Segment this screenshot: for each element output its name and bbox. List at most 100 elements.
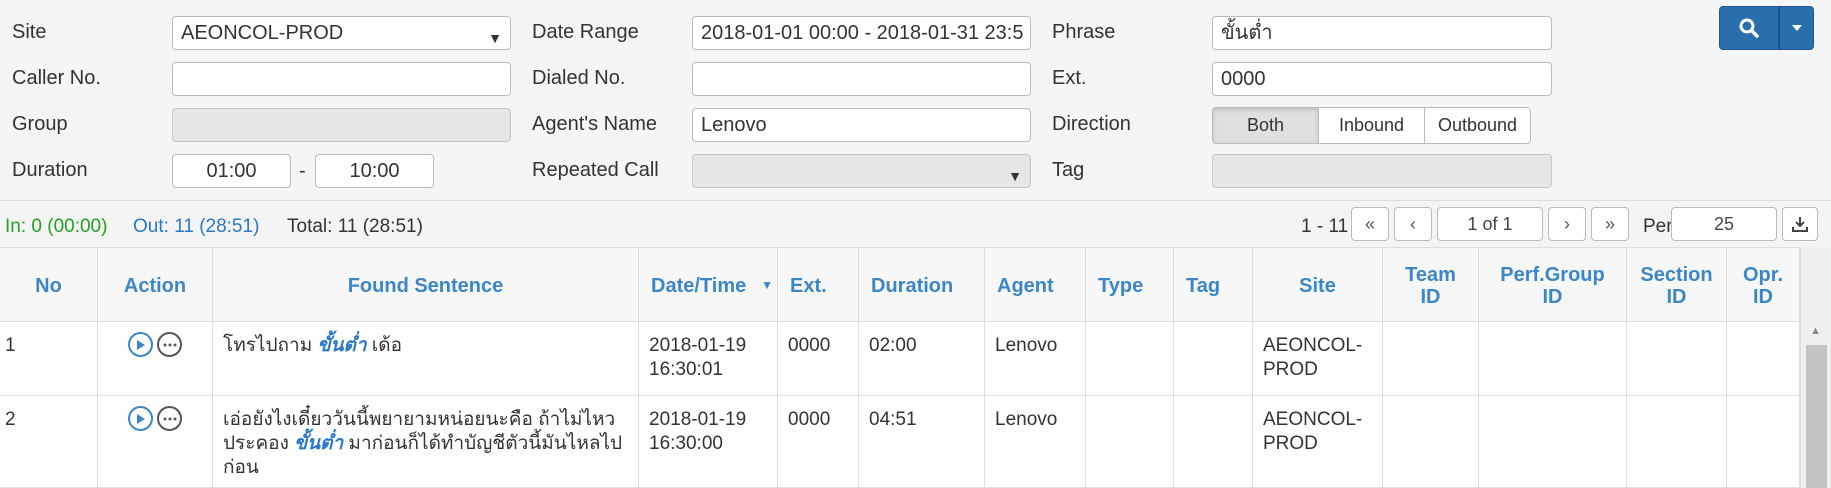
column-header-tag[interactable]: Tag [1174,248,1253,323]
caller-no-label: Caller No. [12,67,101,89]
caller-no-input[interactable] [172,62,511,96]
table-row[interactable]: 2 เอ่อยังไงเดี๋ยววันนี้พยายามหน่อยนะคือ … [0,396,1800,488]
row-actions [98,322,212,357]
agent-name-input[interactable]: Lenovo [692,108,1031,142]
inbound-label: In: [5,216,27,237]
cell-tag [1174,396,1253,487]
more-icon[interactable] [157,332,182,357]
cell-action [98,396,213,487]
phrase-input[interactable]: ขั้นต่ำ [1212,16,1552,50]
search-button-group [1719,6,1814,50]
cell-no: 1 [0,322,98,395]
cell-perf-group-id [1479,322,1627,395]
inbound-value: 0 (00:00) [31,216,108,237]
cell-agent: Lenovo [985,322,1086,395]
cell-datetime: 2018-01-19 16:30:01 [639,322,778,395]
scroll-up-icon[interactable]: ▲ [1810,325,1821,337]
cell-type [1086,396,1174,487]
cell-team-id [1383,322,1479,395]
cell-opr-id [1727,396,1800,487]
sentence-text: โทรไปถาม [223,335,318,356]
filter-panel: Site Caller No. Group Duration AEONCOL-P… [0,0,1831,201]
cell-ext: 0000 [778,322,859,395]
cell-duration: 04:51 [859,396,985,487]
play-icon[interactable] [128,332,153,357]
cell-perf-group-id [1479,396,1627,487]
tag-label: Tag [1052,159,1085,181]
column-header-opr-id[interactable]: Opr. ID [1727,248,1800,323]
duration-from-input[interactable]: 01:00 [172,154,291,188]
date-range-input[interactable]: 2018-01-01 00:00 - 2018-01-31 23:5 [692,16,1031,50]
cell-duration: 02:00 [859,322,985,395]
pager-range: 1 - 11 [1301,216,1349,237]
date-range-label: Date Range [532,21,639,43]
sort-down-icon: ▼ [761,278,773,292]
repeated-call-select[interactable]: ▼ [692,154,1031,188]
outbound-label: Out: [133,216,169,237]
column-header-no[interactable]: No [0,248,98,323]
cell-section-id [1627,396,1727,487]
table-scrollbar[interactable]: ▲ [1800,247,1831,488]
phrase-label: Phrase [1052,21,1116,43]
total-summary: Total: 11 (28:51) [287,216,423,238]
column-header-found-sentence[interactable]: Found Sentence [213,248,639,323]
cell-type [1086,322,1174,395]
column-header-action[interactable]: Action [98,248,213,323]
play-icon[interactable] [128,406,153,431]
duration-to-input[interactable]: 10:00 [315,154,434,188]
outbound-value: 11 (28:51) [174,216,260,237]
caret-down-icon: ▼ [488,30,502,46]
team-id-header-label: Team ID [1405,263,1456,308]
dialed-no-label: Dialed No. [532,67,626,89]
first-page-button[interactable]: « [1351,207,1389,241]
column-header-datetime[interactable]: Date/Time ▼ [639,248,778,323]
column-header-type[interactable]: Type [1086,248,1174,323]
column-header-ext[interactable]: Ext. [778,248,859,323]
agent-name-label: Agent's Name [532,113,657,135]
ext-input[interactable]: 0000 [1212,62,1552,96]
opr-id-header-label: Opr. ID [1742,263,1783,308]
page-input[interactable]: 1 of 1 [1437,207,1543,241]
column-header-perf-group-id[interactable]: Perf.Group ID [1479,248,1627,323]
last-page-button[interactable]: » [1591,207,1629,241]
scrollbar-thumb[interactable] [1806,345,1827,488]
direction-inbound-button[interactable]: Inbound [1318,107,1425,144]
download-icon [1792,217,1808,232]
column-header-team-id[interactable]: Team ID [1383,248,1479,323]
duration-label: Duration [12,159,88,181]
section-id-header-label: Section ID [1640,263,1713,308]
table-row[interactable]: 1 โทรไปถาม ขั้นต่ำ เด้อ 2018-01-19 16:30… [0,322,1800,396]
status-bar: In: 0 (00:00) Out: 11 (28:51) Total: 11 … [0,207,1831,247]
perf-group-id-header-label: Perf.Group ID [1500,263,1605,308]
repeated-call-label: Repeated Call [532,159,659,181]
search-button[interactable] [1719,6,1779,50]
cell-action [98,322,213,395]
per-page-input[interactable]: 25 [1671,207,1777,241]
cell-ext: 0000 [778,396,859,487]
column-header-agent[interactable]: Agent [985,248,1086,323]
per-page-label: Per [1643,216,1673,237]
direction-outbound-button[interactable]: Outbound [1424,107,1531,144]
next-page-button[interactable]: › [1548,207,1586,241]
cell-agent: Lenovo [985,396,1086,487]
cell-found-sentence: เอ่อยังไงเดี๋ยววันนี้พยายามหน่อยนะคือ ถ้… [213,396,639,487]
site-select[interactable]: AEONCOL-PROD ▼ [172,16,511,50]
outbound-summary: Out: 11 (28:51) [133,216,259,238]
dialed-no-input[interactable] [692,62,1031,96]
direction-label: Direction [1052,113,1131,135]
column-header-site[interactable]: Site [1253,248,1383,323]
direction-toggle-group: Both Inbound Outbound [1212,107,1531,144]
more-icon[interactable] [157,406,182,431]
column-header-section-id[interactable]: Section ID [1627,248,1727,323]
datetime-header-label: Date/Time [651,274,747,297]
sentence-text: เด้อ [366,335,403,356]
cell-section-id [1627,322,1727,395]
search-options-dropdown[interactable] [1779,6,1814,50]
group-input[interactable] [172,108,511,142]
column-header-duration[interactable]: Duration [859,248,985,323]
caret-down-icon: ▼ [1008,168,1022,184]
direction-both-button[interactable]: Both [1212,107,1319,144]
download-button[interactable] [1782,207,1818,241]
prev-page-button[interactable]: ‹ [1394,207,1432,241]
tag-input[interactable] [1212,154,1552,188]
